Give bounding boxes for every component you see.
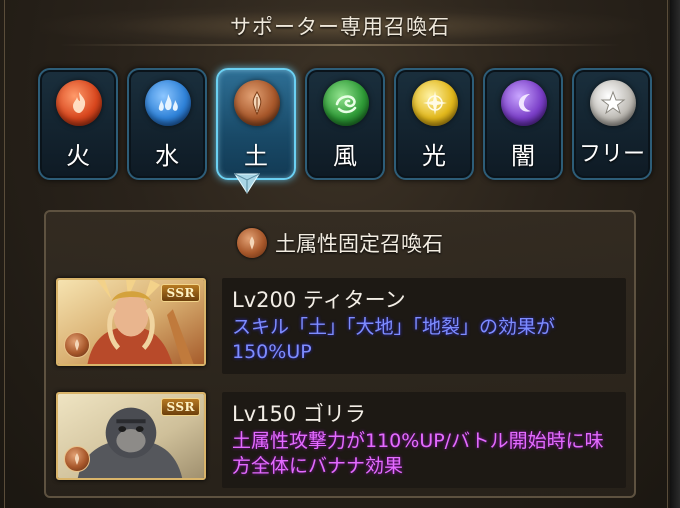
- tab-water[interactable]: 水: [127, 68, 207, 180]
- scroll-edge: [670, 0, 680, 508]
- header-divider: [60, 44, 620, 46]
- summon-info: Lv200 ティターン スキル「土」「大地」「地裂」の効果が150%UP: [222, 278, 626, 374]
- tab-dark-label: 闇: [511, 142, 535, 170]
- tab-free-label: フリー: [578, 142, 645, 167]
- earth-icon: [64, 446, 90, 472]
- tab-water-label: 水: [155, 142, 179, 170]
- wind-icon: [323, 80, 369, 126]
- summon-name: Lv200 ティターン: [232, 288, 406, 312]
- earth-icon: [64, 332, 90, 358]
- tab-earth[interactable]: 土: [216, 68, 296, 180]
- rarity-badge: SSR: [161, 398, 200, 416]
- summon-description: スキル「土」「大地」「地裂」の効果が150%UP: [232, 316, 556, 363]
- tab-dark[interactable]: 闇: [483, 68, 563, 180]
- dark-icon: [501, 80, 547, 126]
- summon-thumbnail[interactable]: SSR: [56, 278, 206, 366]
- light-icon: [412, 80, 458, 126]
- water-icon: [145, 80, 191, 126]
- star-icon: [590, 80, 636, 126]
- section-title: サポーター専用召喚石: [230, 15, 450, 39]
- tab-free[interactable]: フリー: [572, 68, 652, 180]
- tab-wind-label: 風: [333, 142, 357, 170]
- section-header: サポーター専用召喚石: [40, 6, 640, 46]
- summon-row-gorilla[interactable]: SSR Lv150 ゴリラ 土属性攻撃力が110%UP/バトル開始時に味方全体に…: [56, 392, 626, 492]
- summon-description: 土属性攻撃力が110%UP/バトル開始時に味方全体にバナナ効果: [232, 430, 604, 477]
- summon-row-titan[interactable]: SSR Lv200 ティターン スキル「土」「大地」「地裂」の効果が150%UP: [56, 278, 626, 378]
- earth-icon: [234, 80, 280, 126]
- summon-info: Lv150 ゴリラ 土属性攻撃力が110%UP/バトル開始時に味方全体にバナナ効…: [222, 392, 626, 488]
- tab-wind[interactable]: 風: [305, 68, 385, 180]
- tab-light-label: 光: [422, 142, 446, 170]
- fire-icon: [56, 80, 102, 126]
- earth-icon: [237, 228, 267, 258]
- selected-tab-indicator-icon: [234, 173, 260, 194]
- rarity-badge: SSR: [161, 284, 200, 302]
- panel-title: 土属性固定召喚石: [275, 232, 443, 256]
- tab-light[interactable]: 光: [394, 68, 474, 180]
- tab-fire[interactable]: 火: [38, 68, 118, 180]
- summon-panel: 土属性固定召喚石 SSR Lv200 ティターン スキル「土」「大地」「地裂」の…: [44, 210, 636, 498]
- element-tab-bar: 火 水 土 風 光 闇 フリー: [38, 68, 652, 180]
- tab-earth-label: 土: [244, 142, 268, 170]
- tab-fire-label: 火: [66, 142, 90, 170]
- summon-name: Lv150 ゴリラ: [232, 402, 366, 426]
- panel-header: 土属性固定召喚石: [46, 226, 634, 260]
- summon-thumbnail[interactable]: SSR: [56, 392, 206, 480]
